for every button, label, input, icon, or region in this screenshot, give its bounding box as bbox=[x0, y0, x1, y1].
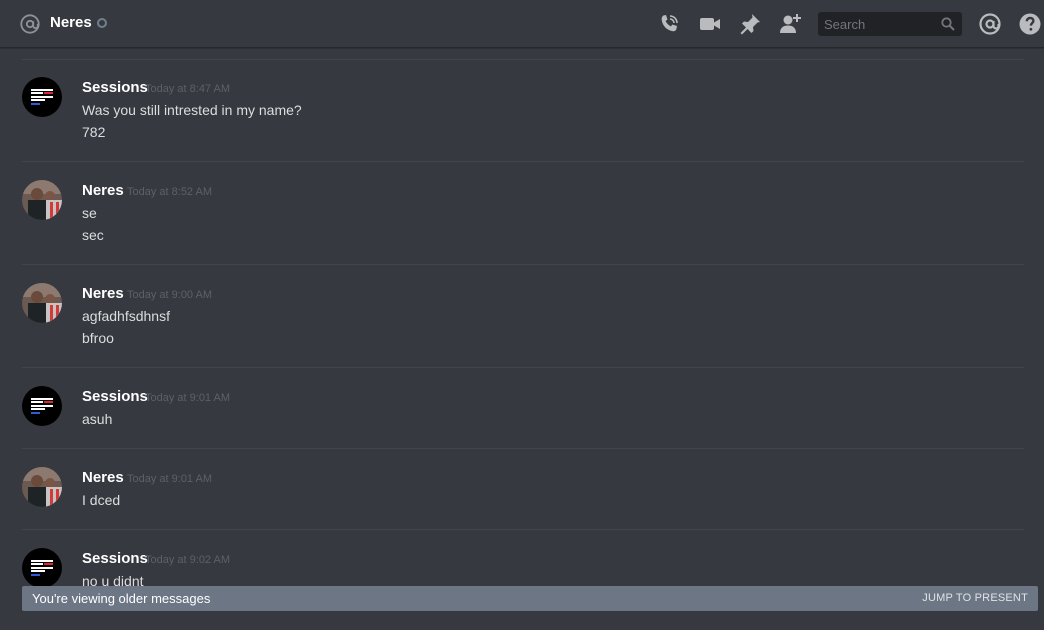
message-divider bbox=[22, 529, 1024, 530]
message-text: asuh bbox=[82, 411, 113, 427]
search-input[interactable] bbox=[818, 12, 936, 36]
message-author[interactable]: Sessions bbox=[82, 79, 148, 96]
search-box[interactable] bbox=[818, 12, 962, 36]
message-author[interactable]: Sessions bbox=[82, 550, 148, 567]
message-divider bbox=[22, 264, 1024, 265]
sessions-avatar[interactable] bbox=[22, 386, 62, 426]
message-text: Was you still intrested in my name? bbox=[82, 102, 302, 118]
message-timestamp: Today at 9:01 AM bbox=[145, 392, 230, 404]
message-text: agfadhfsdhnsf bbox=[82, 308, 170, 324]
message-text: I dced bbox=[82, 492, 121, 508]
neres-avatar[interactable] bbox=[22, 283, 62, 323]
status-offline-icon bbox=[97, 18, 107, 28]
neres-avatar[interactable] bbox=[22, 180, 62, 220]
older-messages-text: You're viewing older messages bbox=[32, 591, 211, 606]
message-timestamp: Today at 9:01 AM bbox=[127, 473, 212, 485]
channel-header: Neres bbox=[0, 0, 1044, 48]
search-icon bbox=[941, 17, 955, 31]
message-divider bbox=[22, 161, 1024, 162]
sessions-avatar[interactable] bbox=[22, 77, 62, 117]
message-group: Neres Today at 9:01 AM I dced bbox=[0, 463, 1044, 533]
message-group: Sessions Today at 8:47 AM Was you still … bbox=[0, 73, 1044, 163]
message-text: bfroo bbox=[82, 330, 114, 346]
message-author[interactable]: Sessions bbox=[82, 388, 148, 405]
message-text: sec bbox=[82, 227, 104, 243]
mentions-icon[interactable] bbox=[978, 12, 1002, 36]
message-timestamp: Today at 9:02 AM bbox=[145, 554, 230, 566]
channel-name: Neres bbox=[50, 14, 92, 31]
message-text: 782 bbox=[82, 124, 106, 140]
message-group: Sessions Today at 9:01 AM asuh bbox=[0, 382, 1044, 452]
neres-avatar[interactable] bbox=[22, 467, 62, 507]
at-icon bbox=[20, 14, 40, 34]
message-timestamp: Today at 9:00 AM bbox=[127, 289, 212, 301]
message-group: Neres Today at 9:00 AM agfadhfsdhnsf bfr… bbox=[0, 279, 1044, 369]
voice-call-icon[interactable] bbox=[657, 12, 681, 36]
video-call-icon[interactable] bbox=[698, 12, 722, 36]
sessions-avatar[interactable] bbox=[22, 548, 62, 588]
message-group: Neres Today at 8:52 AM se sec bbox=[0, 176, 1044, 266]
help-icon[interactable] bbox=[1018, 12, 1042, 36]
pin-icon[interactable] bbox=[738, 12, 762, 36]
jump-to-present-button[interactable]: JUMP TO PRESENT bbox=[922, 592, 1028, 604]
message-author[interactable]: Neres bbox=[82, 285, 124, 302]
message-timestamp: Today at 8:52 AM bbox=[127, 186, 212, 198]
message-list[interactable]: Sessions Today at 8:47 AM Was you still … bbox=[0, 49, 1044, 630]
message-divider bbox=[22, 448, 1024, 449]
message-author[interactable]: Neres bbox=[82, 469, 124, 486]
older-messages-bar: You're viewing older messages JUMP TO PR… bbox=[22, 586, 1038, 611]
message-timestamp: Today at 8:47 AM bbox=[145, 83, 230, 95]
add-member-icon[interactable] bbox=[778, 12, 802, 36]
message-divider bbox=[22, 59, 1024, 60]
message-divider bbox=[22, 367, 1024, 368]
message-author[interactable]: Neres bbox=[82, 182, 124, 199]
message-text: se bbox=[82, 205, 97, 221]
